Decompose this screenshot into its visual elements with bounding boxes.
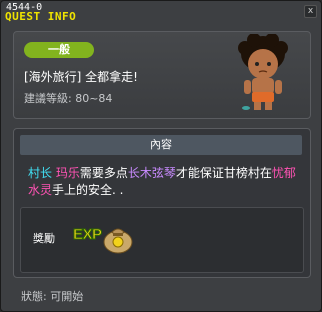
desc-segment: 村长 — [28, 166, 56, 180]
quest-header-panel: 一般 [海外旅行] 全都拿走! 建議等級: 80~84 — [13, 31, 311, 119]
quest-name: [海外旅行] 全都拿走! — [24, 70, 138, 84]
content-header: 內容 — [20, 135, 302, 155]
desc-segment: 手上的安全. . — [52, 183, 124, 197]
money-bag-icon[interactable] — [101, 220, 135, 254]
quest-description: 村长 玛乐需要多点长木弦琴才能保证甘榜村在忧郁水灵手上的安全. . — [28, 165, 300, 199]
desc-segment: 才能保证甘榜村在 — [175, 166, 272, 180]
quest-info-window: 4544-0 QUEST INFO x 一般 [海外旅行] 全都拿走! 建議等級… — [0, 0, 322, 312]
exp-icon: EXP — [73, 226, 103, 244]
npc-portrait-icon — [238, 34, 288, 110]
content-panel: 內容 村长 玛乐需要多点长木弦琴才能保证甘榜村在忧郁水灵手上的安全. . 獎勵 … — [13, 128, 311, 278]
desc-segment: 玛乐 — [55, 166, 80, 180]
reward-box: 獎勵 EXP — [20, 207, 304, 273]
window-title: QUEST INFO — [5, 10, 77, 23]
reward-label: 獎勵 — [33, 232, 55, 245]
category-badge: 一般 — [24, 42, 94, 58]
desc-segment: 需要多点 — [79, 166, 128, 180]
level-requirement: 建議等級: 80~84 — [24, 92, 113, 105]
close-button[interactable]: x — [304, 5, 317, 18]
quest-status: 狀態: 可開始 — [21, 290, 84, 303]
desc-segment: 长木弦琴 — [127, 166, 176, 180]
